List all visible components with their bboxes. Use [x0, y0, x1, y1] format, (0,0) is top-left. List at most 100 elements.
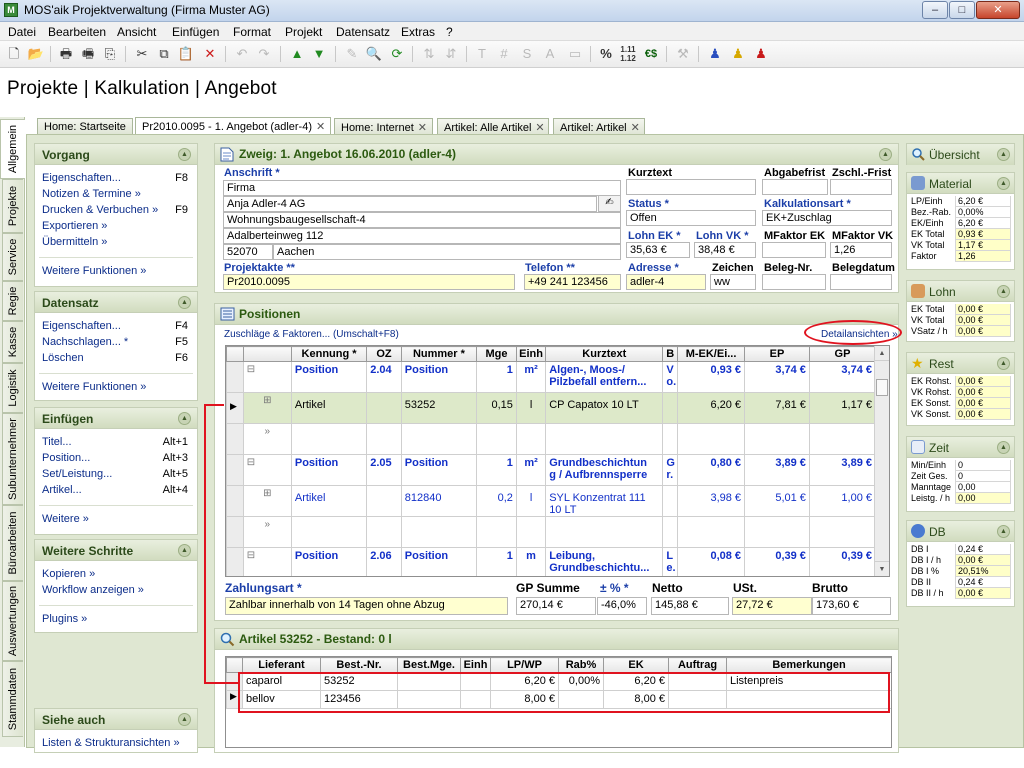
col-kennung[interactable]: Kennung *: [290, 346, 368, 362]
cell-einh[interactable]: m: [515, 547, 547, 576]
collapse-icon[interactable]: ▲: [997, 177, 1010, 190]
positions-scrollbar[interactable]: ▲ ▼: [874, 346, 889, 576]
cell-mek[interactable]: 0,08 €: [677, 547, 746, 576]
collapse-icon[interactable]: ▲: [997, 357, 1010, 370]
link-drucken-verbuchen[interactable]: Drucken & Verbuchen » F9: [35, 203, 197, 219]
row-indicator[interactable]: [226, 485, 244, 517]
scroll-up-icon[interactable]: ▲: [875, 346, 889, 361]
cell-oz[interactable]: 2.04: [366, 361, 402, 393]
cell-b[interactable]: [662, 423, 679, 455]
cell-ep[interactable]: 7,81 €: [744, 392, 810, 424]
col-einh[interactable]: Einh: [460, 657, 491, 673]
row-indicator[interactable]: [226, 361, 244, 393]
text-format-icon[interactable]: T: [472, 45, 492, 63]
cell-kennung[interactable]: Artikel: [290, 485, 368, 517]
cell-kurztext[interactable]: Grundbeschichtun g / Aufbrennsperre: [545, 454, 664, 486]
copy-icon[interactable]: ⧉: [154, 45, 174, 63]
cell-kennung[interactable]: Position: [290, 547, 368, 576]
open-folder-icon[interactable]: 📂: [26, 45, 46, 63]
position-row[interactable]: ▶ ⊞ Artikel 53252 0,15 l CP Capatox 10 LT 6,20 …: [226, 392, 877, 424]
link-loeschen[interactable]: Löschen F6: [35, 351, 197, 367]
menu-ansicht[interactable]: Ansicht: [117, 25, 156, 39]
scroll-down-icon[interactable]: ▼: [875, 561, 889, 576]
minimize-button[interactable]: –: [922, 1, 948, 19]
close-tab-icon[interactable]: ✕: [631, 122, 640, 134]
tree-toggle-icon[interactable]: ⊞: [242, 485, 292, 517]
link-workflow-anzeigen[interactable]: Workflow anzeigen »: [35, 583, 197, 599]
tree-toggle-icon[interactable]: »: [242, 423, 292, 455]
row-indicator[interactable]: [226, 454, 244, 486]
brutto-field[interactable]: 173,60 €: [812, 597, 891, 615]
side-tab-allgemein[interactable]: Allgemein: [0, 119, 25, 179]
side-tab-projekte[interactable]: Projekte: [2, 179, 23, 233]
col-rab[interactable]: Rab%: [558, 657, 604, 673]
sum-s-icon[interactable]: S: [517, 45, 537, 63]
close-button[interactable]: ✕: [976, 1, 1020, 19]
position-row[interactable]: ⊟ Position 2.06 Position 1 m Leibung, Grundbesc…: [226, 547, 877, 576]
link-kopieren[interactable]: Kopieren »: [35, 567, 197, 583]
col-einh[interactable]: Einh: [515, 346, 547, 362]
side-tab-service[interactable]: Service: [2, 233, 23, 281]
link-titel[interactable]: Titel... Alt+1: [35, 435, 197, 451]
cell-mge[interactable]: 0,15: [476, 392, 517, 424]
col-oz[interactable]: OZ: [366, 346, 402, 362]
cell-gp[interactable]: 1,00 €: [808, 485, 877, 517]
col-best-nr[interactable]: Best.-Nr.: [320, 657, 398, 673]
col-ep[interactable]: EP: [744, 346, 810, 362]
panel-rest-header[interactable]: ★ Rest ▲: [907, 353, 1014, 374]
netto-field[interactable]: 145,88 €: [651, 597, 729, 615]
paste-icon[interactable]: 📋: [176, 45, 196, 63]
cell-oz[interactable]: [366, 423, 402, 455]
lohn-ek-field[interactable]: 35,63 €: [626, 242, 690, 258]
collapse-icon[interactable]: ▲: [178, 412, 191, 425]
cell-mge[interactable]: 1: [476, 547, 517, 576]
cell-kurztext[interactable]: [545, 516, 664, 548]
mfaktor-ek-field[interactable]: [762, 242, 826, 258]
sort-ascending-icon[interactable]: ⇅: [419, 45, 439, 63]
position-row[interactable]: »: [226, 423, 877, 455]
cell-b[interactable]: Gr.: [662, 454, 679, 486]
menu-projekt[interactable]: Projekt: [285, 25, 322, 39]
side-tab-subunternehmer[interactable]: Subunternehmer: [2, 413, 23, 505]
percent-icon[interactable]: %: [596, 45, 616, 63]
collapse-icon[interactable]: ▲: [997, 148, 1010, 161]
cell-oz[interactable]: [366, 516, 402, 548]
cell-kennung[interactable]: [290, 423, 368, 455]
kalkulationsart-field[interactable]: EK+Zuschlag: [762, 210, 892, 226]
cell-oz[interactable]: [366, 392, 402, 424]
link-exportieren[interactable]: Exportieren »: [35, 219, 197, 235]
plz-field[interactable]: 52070: [223, 244, 273, 260]
address-line4-field[interactable]: Adalberteinweg 112: [223, 228, 621, 244]
abgabefrist-field[interactable]: [762, 179, 828, 195]
cell-gp[interactable]: [808, 516, 877, 548]
a-format-icon[interactable]: A: [540, 45, 560, 63]
cell-ep[interactable]: 0,39 €: [744, 547, 810, 576]
cell-kennung[interactable]: Artikel: [290, 392, 368, 424]
kurztext-field[interactable]: [626, 179, 756, 195]
position-row[interactable]: ⊟ Position 2.05 Position 1 m² Grundbeschichtun…: [226, 454, 877, 486]
numbering-icon[interactable]: 1.11 1.12: [618, 45, 638, 63]
col-lieferant[interactable]: Lieferant: [242, 657, 321, 673]
panel-vorgang-header[interactable]: Vorgang ▲: [35, 144, 197, 165]
collapse-icon[interactable]: ▲: [178, 296, 191, 309]
link-datensatz-weitere-funktionen[interactable]: Weitere Funktionen »: [35, 380, 197, 396]
new-icon[interactable]: 🗋: [4, 45, 24, 63]
cell-einh[interactable]: l: [515, 485, 547, 517]
edit-pen-icon[interactable]: ✎: [342, 45, 362, 63]
side-tab-bueroarbeiten[interactable]: Büroarbeiten: [2, 505, 23, 581]
address-line3-field[interactable]: Wohnungsbaugesellschaft-4: [223, 212, 621, 228]
cell-gp[interactable]: 3,89 €: [808, 454, 877, 486]
cell-einh[interactable]: [515, 516, 547, 548]
cell-mek[interactable]: 6,20 €: [677, 392, 746, 424]
cell-nummer[interactable]: 53252: [400, 392, 478, 424]
cell-b[interactable]: Vo.: [662, 361, 679, 393]
scrollbar-thumb[interactable]: [876, 379, 888, 396]
address-line1-field[interactable]: Firma: [223, 180, 621, 196]
link-eigenschaften[interactable]: Eigenschaften... F8: [35, 171, 197, 187]
collapse-icon[interactable]: ▲: [178, 148, 191, 161]
cell-gp[interactable]: [808, 423, 877, 455]
panel-db-header[interactable]: DB ▲: [907, 521, 1014, 542]
ust-field[interactable]: 27,72 €: [732, 597, 812, 615]
panel-material-header[interactable]: Material ▲: [907, 173, 1014, 194]
cell-mge[interactable]: [476, 516, 517, 548]
